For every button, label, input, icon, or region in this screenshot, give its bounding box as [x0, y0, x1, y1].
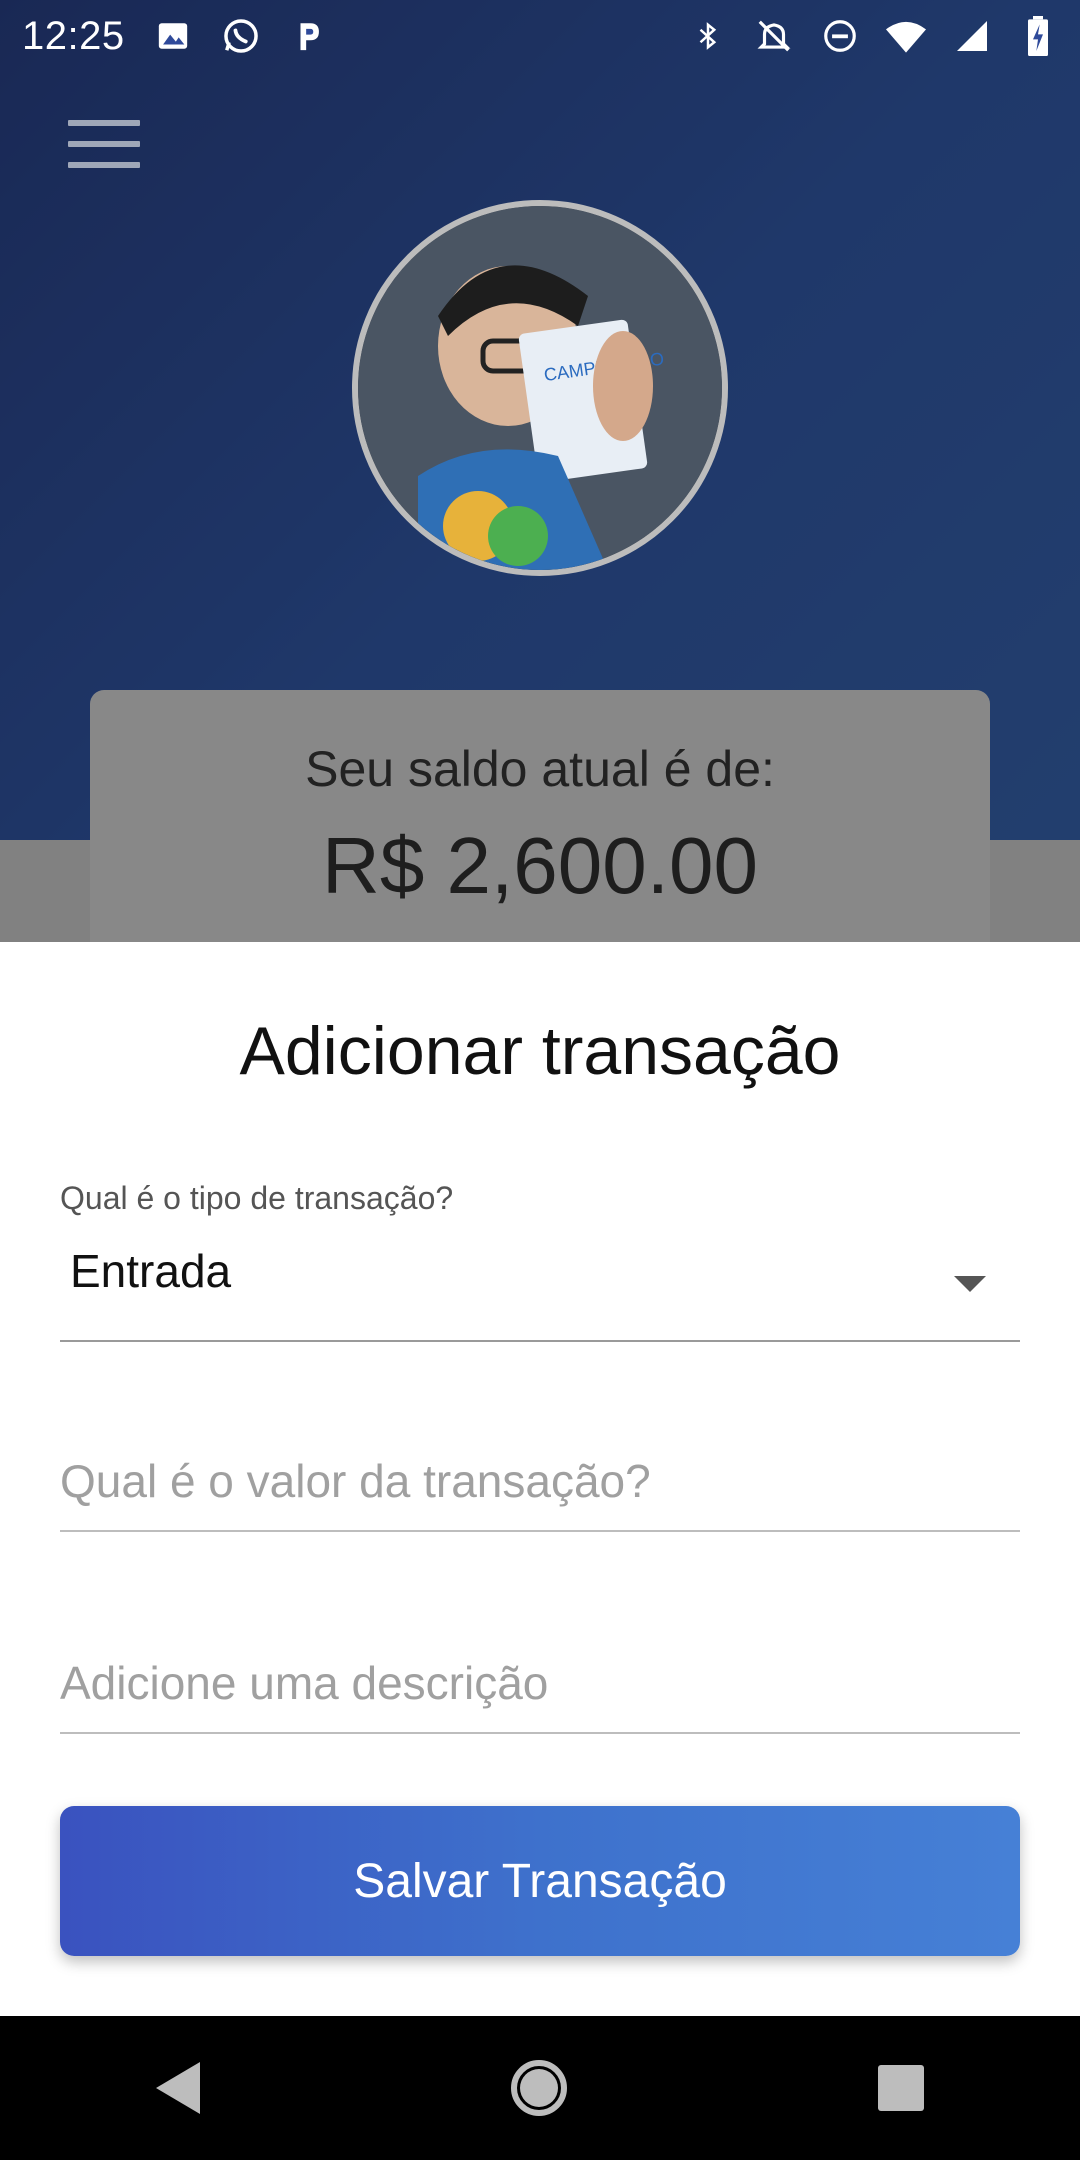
- transaction-type-select[interactable]: Entrada: [60, 1242, 1020, 1342]
- bluetooth-icon: [688, 16, 728, 56]
- hamburger-menu-icon[interactable]: [68, 120, 140, 178]
- transaction-type-label: Qual é o tipo de transação?: [60, 1180, 454, 1216]
- status-bar: 12:25: [0, 0, 1080, 72]
- transaction-type-value: Entrada: [70, 1245, 232, 1297]
- battery-charging-icon: [1018, 16, 1058, 56]
- do-not-disturb-icon: [820, 16, 860, 56]
- signal-icon: [952, 16, 992, 56]
- save-transaction-button[interactable]: Salvar Transação: [60, 1806, 1020, 1956]
- profile-avatar[interactable]: CAMPUSEIRO: [352, 200, 728, 576]
- transaction-description-input[interactable]: [60, 1634, 1020, 1734]
- balance-card: Seu saldo atual é de: R$ 2,600.00: [90, 690, 990, 950]
- balance-value: R$ 2,600.00: [322, 821, 758, 910]
- wifi-icon: [886, 16, 926, 56]
- image-icon: [153, 16, 193, 56]
- recents-icon[interactable]: [878, 2065, 925, 2111]
- add-transaction-sheet: Adicionar transação Qual é o tipo de tra…: [0, 942, 1080, 2016]
- balance-label: Seu saldo atual é de:: [305, 741, 775, 797]
- home-icon[interactable]: [510, 2060, 567, 2116]
- bell-off-icon: [754, 16, 794, 56]
- navigation-bar: [0, 2016, 1080, 2160]
- whatsapp-icon: [221, 16, 261, 56]
- p-app-icon: [289, 16, 329, 56]
- transaction-amount-input[interactable]: [60, 1432, 1020, 1532]
- back-icon[interactable]: [155, 2062, 200, 2114]
- dropdown-arrow-icon: [954, 1276, 986, 1292]
- status-time: 12:25: [22, 13, 125, 58]
- profile-photo: CAMPUSEIRO: [358, 206, 722, 570]
- sheet-title: Adicionar transação: [239, 1013, 841, 1089]
